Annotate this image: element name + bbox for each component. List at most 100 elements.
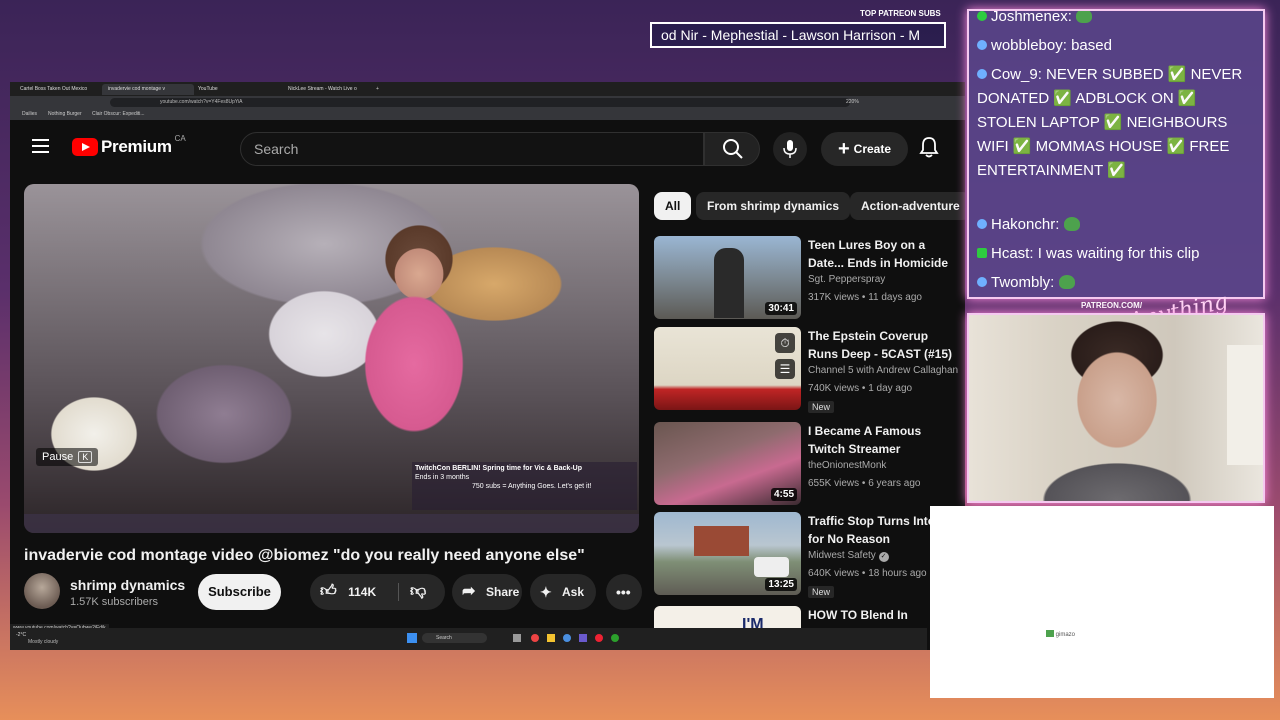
url-field[interactable]: youtube.com/watch?v=Y4Fes8UpYiA (110, 98, 850, 107)
user-badge-icon (977, 219, 987, 229)
video-thumbnail[interactable]: 4:55 (654, 422, 801, 505)
browser-window: Cartel Boss Taken Out Mexico invadervie … (10, 82, 965, 650)
taskbar-search[interactable]: Search (422, 633, 487, 643)
channel-name[interactable]: shrimp dynamics (70, 577, 185, 593)
video-thumbnail[interactable]: ⏱ ☰ (654, 327, 801, 410)
chrome-icon[interactable] (611, 634, 619, 642)
app-icon[interactable] (595, 634, 603, 642)
chat-message: Cow_9: NEVER SUBBED ✅ NEVER DONATED ✅ AD… (977, 63, 1257, 183)
video-title[interactable]: I Became A Famous Twitch Streamer (808, 422, 958, 458)
new-tab-icon[interactable]: + (370, 84, 386, 95)
webcam-feed (967, 313, 1265, 503)
browser-tab-active[interactable]: invadervie cod montage v (102, 84, 194, 95)
bookmarks-bar: Dailies Nothing Burger Clair Obscur: Exp… (10, 109, 965, 120)
search-button[interactable] (704, 132, 760, 166)
bookmark-item[interactable]: Clair Obscur: Expediti... (92, 111, 145, 117)
thumbnail-figure (714, 248, 744, 318)
chat-message: Hcast: I was waiting for this clip (977, 242, 1257, 266)
youtube-logo[interactable]: Premium CA (72, 133, 186, 157)
app-icon[interactable] (579, 634, 587, 642)
video-meta: 640K views • 18 hours ago (808, 568, 927, 579)
recommendation-item[interactable]: I'M HOW TO Blend In (654, 606, 959, 628)
thumbnail-house (694, 526, 749, 556)
overlay-cta: 750 subs = Anything Goes. Let's get it! (472, 483, 592, 490)
youtube-play-icon (72, 138, 98, 156)
add-to-queue-icon[interactable]: ☰ (775, 359, 795, 379)
app-icon[interactable] (563, 634, 571, 642)
patreon-ticker: od Nir - Mephestial - Lawson Harrison - … (650, 22, 946, 48)
watch-later-icon[interactable]: ⏱ (775, 333, 795, 353)
chat-panel: Joshmenex: wobbleboy: based Cow_9: NEVER… (967, 9, 1265, 299)
dislike-button[interactable]: 👎︎ (410, 574, 426, 610)
channel-name[interactable]: Midwest Safety ✓ (808, 550, 889, 562)
channel-name[interactable]: theOnionestMonk (808, 460, 886, 471)
chat-username: Hakonchr: (991, 216, 1060, 233)
zoom-level[interactable]: 220% (846, 99, 859, 105)
video-thumbnail[interactable]: 13:25 (654, 512, 801, 595)
channel-name-text: Midwest Safety (808, 550, 876, 561)
ask-button[interactable]: ✦ Ask (530, 574, 596, 610)
chip-action-adventure[interactable]: Action-adventure (850, 192, 965, 220)
emote-icon (1076, 11, 1093, 23)
ticker-text: od Nir - Mephestial - Lawson Harrison - … (661, 27, 921, 43)
video-player[interactable]: Pause K TwitchCon BERLIN! Spring time for… (24, 184, 639, 533)
subscribe-button[interactable]: Subscribe (198, 574, 281, 610)
chat-message: wobbleboy: based (977, 34, 1257, 58)
stream-overlay-banner: TwitchCon BERLIN! Spring time for Vic & … (412, 462, 637, 510)
mic-icon (783, 140, 797, 158)
task-view-icon[interactable] (513, 634, 521, 642)
windows-start-icon[interactable] (407, 633, 417, 643)
share-button[interactable]: ➦ Share (452, 574, 522, 610)
ask-label: Ask (562, 585, 585, 599)
video-title[interactable]: Teen Lures Boy on a Date... Ends in Homi… (808, 236, 958, 272)
like-dislike-group: 👍︎ 114K 👎︎ (310, 574, 445, 610)
bookmark-item[interactable]: Nothing Burger (48, 111, 82, 117)
new-badge: New (808, 586, 835, 598)
app-icon[interactable] (531, 634, 539, 642)
create-button[interactable]: + Create (821, 132, 908, 166)
like-count: 114K (348, 585, 377, 599)
chip-from-channel[interactable]: From shrimp dynamics (696, 192, 851, 220)
search-input[interactable]: Search (240, 132, 704, 166)
browser-tab[interactable]: NickLee Stream - Watch Live o (282, 84, 374, 95)
logo-text: Premium (101, 137, 172, 156)
video-title[interactable]: The Epstein Coverup Runs Deep - 5CAST (#… (808, 327, 958, 363)
channel-avatar[interactable] (24, 573, 60, 609)
watermark-text: gimazo (1055, 632, 1076, 638)
like-button[interactable]: 👍︎ 114K (320, 574, 390, 610)
youtube-header: Premium CA Search + Create (10, 120, 965, 172)
video-thumbnail[interactable]: I'M (654, 606, 801, 628)
user-badge-icon (977, 69, 987, 79)
voice-search-button[interactable] (773, 132, 807, 166)
browser-tab[interactable]: Cartel Boss Taken Out Mexico (14, 84, 106, 95)
thumbnail-car (754, 557, 789, 577)
region-code: CA (174, 133, 186, 143)
weather-temp: -2°C (16, 632, 27, 638)
user-badge-icon (977, 248, 987, 258)
video-duration: 13:25 (765, 578, 797, 591)
bookmark-item[interactable]: Dailies (22, 111, 37, 117)
more-actions-button[interactable]: ••• (606, 574, 642, 610)
video-title: invadervie cod montage video @biomez "do… (24, 547, 585, 564)
video-meta: 740K views • 1 day ago (808, 383, 913, 394)
emote-icon (1063, 217, 1080, 231)
video-meta: 317K views • 11 days ago (808, 292, 922, 303)
video-thumbnail[interactable]: 30:41 (654, 236, 801, 319)
chat-username: Cow_9: (991, 66, 1042, 83)
chat-message: Joshmenex: (977, 11, 1257, 29)
tab-bar: Cartel Boss Taken Out Mexico invadervie … (10, 82, 965, 96)
channel-name[interactable]: Sgt. Pepperspray (808, 274, 885, 285)
menu-icon[interactable] (32, 139, 49, 153)
share-icon: ➦ (462, 583, 476, 600)
pause-shortcut-key: K (78, 451, 93, 463)
pause-label: Pause (42, 451, 74, 463)
user-badge-icon (977, 277, 987, 287)
chat-username: wobbleboy: (991, 37, 1067, 54)
user-badge-icon (977, 40, 987, 50)
channel-name[interactable]: Channel 5 with Andrew Callaghan (808, 365, 958, 376)
chip-all[interactable]: All (654, 192, 692, 220)
watermark: gimazo (1046, 630, 1075, 638)
notifications-button[interactable] (916, 134, 942, 160)
browser-tab[interactable]: YouTube (192, 84, 284, 95)
folder-icon[interactable] (547, 634, 555, 642)
